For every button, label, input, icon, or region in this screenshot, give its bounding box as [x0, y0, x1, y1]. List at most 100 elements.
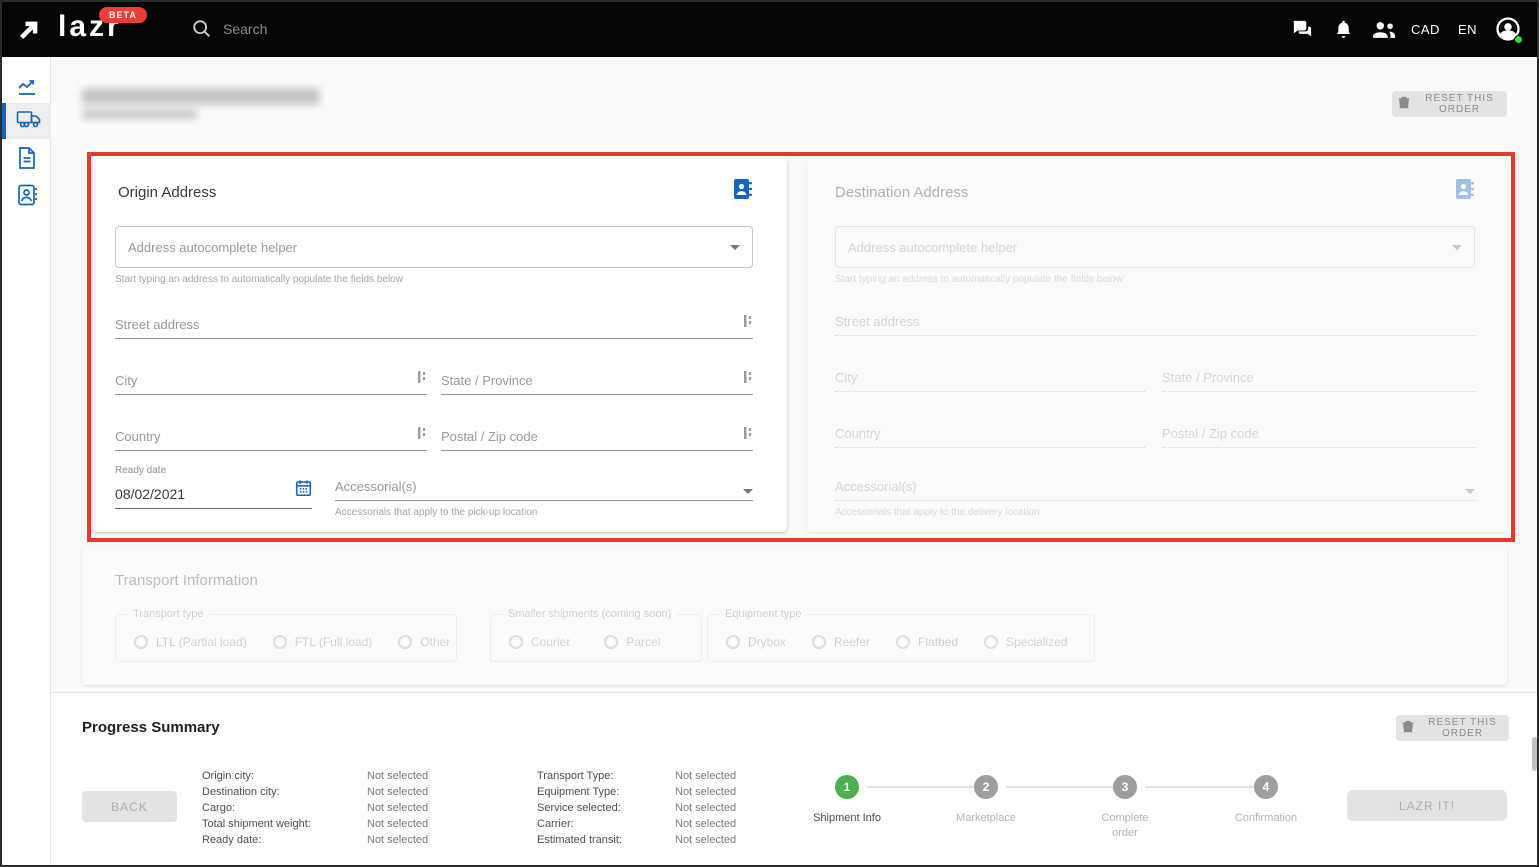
logo-arrow-icon[interactable]	[16, 16, 43, 48]
notifications-bell-icon[interactable]	[1333, 18, 1354, 46]
shipments-truck-icon	[16, 107, 42, 136]
destination-autocomplete-select: Address autocomplete helper	[835, 226, 1475, 268]
radio-courier: Courier	[509, 635, 570, 649]
chevron-down-icon	[730, 245, 740, 250]
radio-circle-icon	[604, 635, 618, 649]
origin-state-input[interactable]: State / Province	[441, 370, 753, 395]
origin-country-input[interactable]: Country	[115, 426, 427, 451]
chevron-down-icon	[1452, 245, 1462, 250]
left-sidebar	[2, 57, 51, 867]
people-icon[interactable]	[1371, 19, 1397, 45]
field-adornment-icon	[744, 370, 753, 388]
trash-icon	[1402, 720, 1414, 736]
destination-postal-input: Postal / Zip code	[1162, 426, 1475, 448]
radio-circle-icon	[134, 635, 148, 649]
origin-autocomplete-select[interactable]: Address autocomplete helper	[115, 226, 753, 268]
radio-circle-icon	[896, 635, 910, 649]
radio-circle-icon	[726, 635, 740, 649]
currency-selector[interactable]: CAD	[1411, 22, 1440, 37]
step-2-circle[interactable]: 2	[974, 775, 998, 799]
radio-ltl: LTL (Partial load)	[134, 635, 247, 649]
top-navigation-bar: lazr BETA Search CAD EN	[2, 2, 1537, 57]
online-status-dot	[1514, 35, 1523, 44]
sidebar-item-shipments[interactable]	[2, 103, 51, 139]
radio-circle-icon	[398, 635, 412, 649]
origin-street-input[interactable]: Street address	[115, 314, 753, 339]
field-adornment-icon	[418, 426, 427, 444]
beta-badge: BETA	[99, 7, 147, 23]
ready-date-input[interactable]: 08/02/2021	[115, 479, 312, 509]
origin-address-book-icon[interactable]	[731, 177, 753, 206]
destination-street-input: Street address	[835, 314, 1475, 336]
radio-other: Other	[398, 635, 450, 649]
reset-order-button-top[interactable]: RESET THIS ORDER	[1392, 91, 1507, 117]
search-icon[interactable]	[191, 18, 213, 45]
field-adornment-icon	[744, 314, 753, 332]
sidebar-item-contacts[interactable]	[2, 179, 51, 215]
radio-parcel: Parcel	[604, 635, 660, 649]
sidebar-item-documents[interactable]	[2, 142, 51, 178]
summary-values-right: Not selected Not selected Not selected N…	[675, 768, 785, 848]
analytics-chart-icon	[15, 74, 39, 103]
chevron-down-icon	[1465, 489, 1475, 494]
step-4-circle[interactable]: 4	[1254, 775, 1278, 799]
step-connector	[867, 786, 977, 788]
radio-circle-icon	[509, 635, 523, 649]
documents-icon	[16, 146, 38, 175]
radio-ftl: FTL (Full load)	[273, 635, 373, 649]
progress-summary-title: Progress Summary	[82, 719, 220, 736]
step-connector	[1145, 786, 1257, 788]
step-3-label: Complete order	[1090, 811, 1160, 841]
progress-summary-section: Progress Summary RESET THIS ORDER BACK O…	[52, 692, 1539, 867]
radio-circle-icon	[812, 635, 826, 649]
transport-information-card: Transport Information Transport type LTL…	[82, 547, 1507, 685]
sidebar-item-analytics[interactable]	[2, 70, 51, 106]
radio-specialized: Specialized	[984, 635, 1067, 649]
radio-flatbed: Flatbed	[896, 635, 958, 649]
page-title-redacted	[82, 88, 320, 105]
lazr-it-button[interactable]: LAZR IT!	[1347, 790, 1507, 821]
destination-address-card: Destination Address Address autocomplete…	[807, 159, 1507, 532]
chat-icon[interactable]	[1290, 18, 1313, 46]
back-button[interactable]: BACK	[82, 791, 177, 822]
contacts-book-icon	[16, 183, 38, 212]
smaller-shipments-fieldset: Smaller shipments (coming soon) Courier …	[490, 614, 702, 662]
reset-order-button-bottom[interactable]: RESET THIS ORDER	[1396, 715, 1509, 741]
search-input[interactable]: Search	[223, 21, 267, 37]
equipment-type-fieldset: Equipment type Drybox Reefer Flatbed Spe…	[707, 614, 1095, 662]
field-adornment-icon	[418, 370, 427, 388]
step-1-circle[interactable]: 1	[835, 775, 859, 799]
ready-date-label: Ready date	[115, 465, 166, 476]
chevron-down-icon	[743, 489, 753, 494]
radio-reefer: Reefer	[812, 635, 870, 649]
origin-address-card: Origin Address Address autocomplete help…	[93, 159, 787, 532]
origin-autocomplete-helper: Start typing an address to automatically…	[115, 274, 403, 285]
field-adornment-icon	[744, 426, 753, 444]
step-4-label: Confirmation	[1222, 811, 1310, 826]
trash-icon	[1398, 96, 1410, 112]
scrollbar-thumb[interactable]	[1532, 737, 1537, 771]
destination-autocomplete-helper: Start typing an address to automatically…	[835, 274, 1123, 285]
destination-address-book-icon	[1453, 177, 1475, 206]
calendar-icon[interactable]	[295, 479, 312, 502]
step-connector	[1006, 786, 1116, 788]
summary-labels-right: Transport Type: Equipment Type: Service …	[537, 768, 677, 848]
destination-title: Destination Address	[835, 184, 968, 201]
transport-title: Transport Information	[115, 572, 258, 589]
origin-city-input[interactable]: City	[115, 370, 427, 395]
summary-values-left: Not selected Not selected Not selected N…	[367, 768, 477, 848]
page-subtitle-redacted	[82, 110, 197, 119]
radio-circle-icon	[273, 635, 287, 649]
destination-accessorials-helper: Accessorials that apply to the delivery …	[835, 507, 1040, 518]
step-2-label: Marketplace	[945, 811, 1027, 826]
transport-type-fieldset: Transport type LTL (Partial load) FTL (F…	[115, 614, 457, 662]
origin-accessorials-select[interactable]: Accessorial(s)	[335, 479, 753, 501]
radio-drybox: Drybox	[726, 635, 786, 649]
origin-accessorials-helper: Accessorials that apply to the pick-up l…	[335, 507, 537, 518]
step-1-label: Shipment Info	[810, 811, 884, 826]
origin-postal-input[interactable]: Postal / Zip code	[441, 426, 753, 451]
radio-circle-icon	[984, 635, 998, 649]
language-selector[interactable]: EN	[1458, 22, 1477, 37]
step-3-circle[interactable]: 3	[1113, 775, 1137, 799]
destination-city-input: City	[835, 370, 1145, 392]
